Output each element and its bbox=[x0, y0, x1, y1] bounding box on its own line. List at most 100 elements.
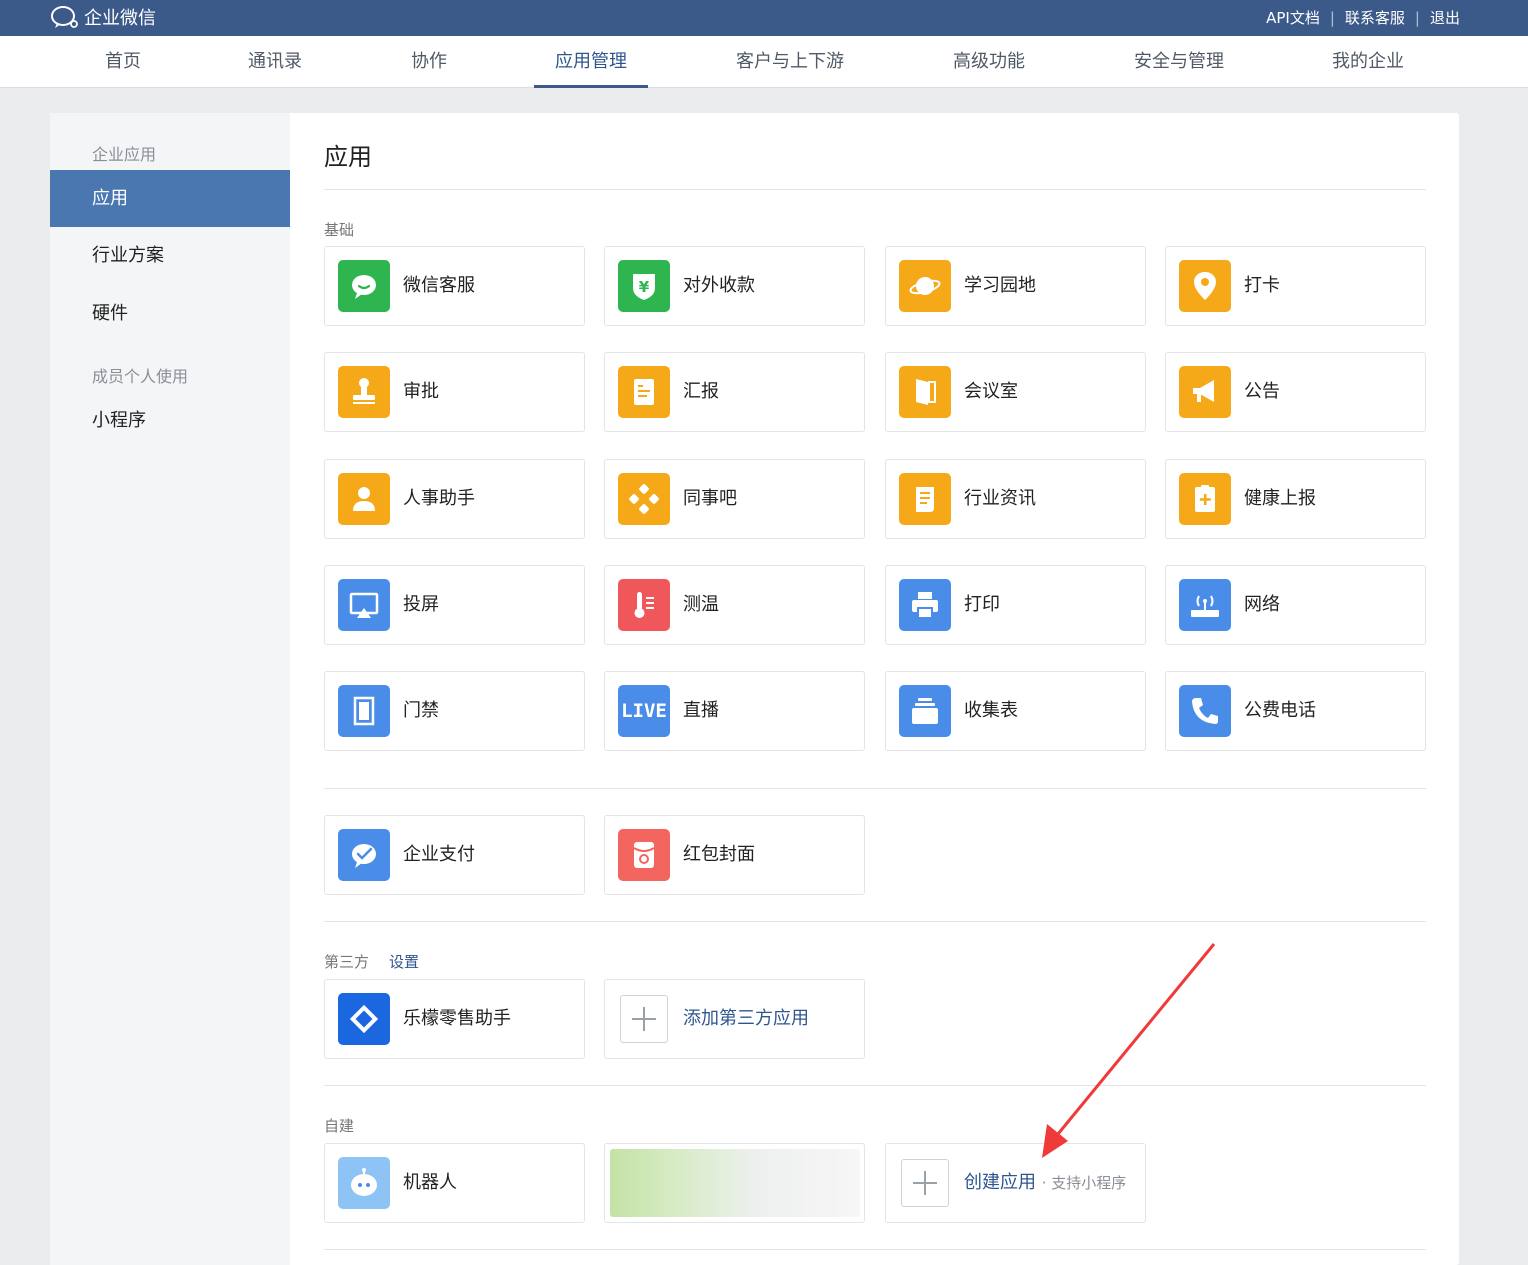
sidebar-item-hardware[interactable]: 硬件 bbox=[50, 285, 290, 342]
app-name: 人事助手 bbox=[403, 488, 475, 509]
app-card-external-payment[interactable]: ¥ 对外收款 bbox=[604, 246, 865, 326]
app-card-wechat-service[interactable]: 微信客服 bbox=[324, 246, 585, 326]
app-card-industry-news[interactable]: 行业资讯 bbox=[885, 459, 1146, 539]
app-card-blurred[interactable] bbox=[604, 1143, 865, 1223]
sidebar-item-industry[interactable]: 行业方案 bbox=[50, 227, 290, 284]
app-name: 机器人 bbox=[403, 1172, 457, 1193]
app-card-learning[interactable]: 学习园地 bbox=[885, 246, 1146, 326]
app-name: 同事吧 bbox=[683, 488, 737, 509]
app-card-temperature[interactable]: 测温 bbox=[604, 565, 865, 645]
app-card-network[interactable]: 网络 bbox=[1165, 565, 1426, 645]
person-icon bbox=[338, 473, 390, 525]
app-name: 会议室 bbox=[964, 381, 1018, 402]
tab-home[interactable]: 首页 bbox=[88, 36, 158, 88]
contact-support-link[interactable]: 联系客服 bbox=[1345, 7, 1405, 28]
location-pin-icon bbox=[1179, 260, 1231, 312]
main-panel: 企业应用 应用 行业方案 硬件 成员个人使用 小程序 应用 基础 微信客服 ¥ … bbox=[50, 113, 1459, 1265]
app-card-hr-assistant[interactable]: 人事助手 bbox=[324, 459, 585, 539]
health-icon bbox=[1179, 473, 1231, 525]
wecom-logo-icon bbox=[51, 6, 78, 28]
wechat-service-icon bbox=[338, 260, 390, 312]
app-card-health-report[interactable]: 健康上报 bbox=[1165, 459, 1426, 539]
sidebar-item-apps[interactable]: 应用 bbox=[50, 170, 290, 227]
app-name: 测温 bbox=[683, 594, 719, 615]
app-name: 打印 bbox=[964, 594, 1000, 615]
third-party-settings-link[interactable]: 设置 bbox=[389, 953, 419, 971]
app-name: 网络 bbox=[1244, 594, 1280, 615]
section-self-built-label: 自建 bbox=[324, 1117, 355, 1135]
main-nav: 首页 通讯录 协作 应用管理 客户与上下游 高级功能 安全与管理 我的企业 bbox=[0, 36, 1528, 88]
create-app-button[interactable]: 创建应用 · 支持小程序 bbox=[885, 1143, 1146, 1223]
svg-text:¥: ¥ bbox=[639, 278, 650, 296]
api-docs-link[interactable]: API文档 bbox=[1266, 7, 1320, 28]
app-card-approval[interactable]: 审批 bbox=[324, 352, 585, 432]
tab-app-management[interactable]: 应用管理 bbox=[534, 36, 648, 88]
divider bbox=[324, 1085, 1426, 1086]
printer-icon bbox=[899, 579, 951, 631]
app-card-collect-form[interactable]: 收集表 bbox=[885, 671, 1146, 751]
app-card-door-access[interactable]: 门禁 bbox=[324, 671, 585, 751]
brand-logo[interactable]: 企业微信 bbox=[50, 4, 156, 30]
app-card-live[interactable]: LIVE 直播 bbox=[604, 671, 865, 751]
app-name: 对外收款 bbox=[683, 275, 755, 296]
network-icon bbox=[618, 473, 670, 525]
top-bar: 企业微信 API文档 | 联系客服 | 退出 bbox=[0, 0, 1528, 36]
app-card-red-packet[interactable]: 红包封面 bbox=[604, 815, 865, 895]
section-basic-label: 基础 bbox=[324, 221, 355, 239]
tab-customers[interactable]: 客户与上下游 bbox=[724, 36, 856, 88]
app-card-lemon-retail[interactable]: 乐檬零售助手 bbox=[324, 979, 585, 1059]
payment-shield-icon: ¥ bbox=[618, 260, 670, 312]
phone-icon bbox=[1179, 685, 1231, 737]
sidebar-item-mini-program[interactable]: 小程序 bbox=[50, 392, 290, 449]
app-name: 门禁 bbox=[403, 700, 439, 721]
tab-advanced[interactable]: 高级功能 bbox=[941, 36, 1037, 88]
app-name: 打卡 bbox=[1244, 275, 1280, 296]
divider bbox=[324, 788, 1426, 789]
router-icon bbox=[1179, 579, 1231, 631]
blurred-app-placeholder bbox=[610, 1149, 860, 1217]
planet-icon bbox=[899, 260, 951, 312]
app-card-meeting-room[interactable]: 会议室 bbox=[885, 352, 1146, 432]
app-name: 企业支付 bbox=[403, 844, 475, 865]
add-third-party-app-button[interactable]: 添加第三方应用 bbox=[604, 979, 865, 1059]
plus-icon bbox=[901, 1159, 949, 1207]
app-name: 添加第三方应用 bbox=[683, 1008, 809, 1029]
app-card-announcement[interactable]: 公告 bbox=[1165, 352, 1426, 432]
app-card-enterprise-pay[interactable]: 企业支付 bbox=[324, 815, 585, 895]
top-links: API文档 | 联系客服 | 退出 bbox=[1266, 7, 1460, 28]
app-card-colleagues[interactable]: 同事吧 bbox=[604, 459, 865, 539]
divider bbox=[324, 189, 1426, 190]
sidebar-group-enterprise-apps: 企业应用 bbox=[92, 145, 157, 164]
app-card-report[interactable]: 汇报 bbox=[604, 352, 865, 432]
scroll-icon bbox=[899, 473, 951, 525]
separator: | bbox=[1329, 8, 1335, 27]
thermometer-icon bbox=[618, 579, 670, 631]
tab-contacts[interactable]: 通讯录 bbox=[238, 36, 312, 88]
app-card-screen-cast[interactable]: 投屏 bbox=[324, 565, 585, 645]
separator: | bbox=[1414, 8, 1420, 27]
door-access-icon bbox=[338, 685, 390, 737]
section-third-party-title: 第三方 bbox=[324, 953, 370, 971]
page-title: 应用 bbox=[324, 143, 372, 171]
app-card-robot[interactable]: 机器人 bbox=[324, 1143, 585, 1223]
brand-name: 企业微信 bbox=[84, 8, 156, 29]
app-card-checkin[interactable]: 打卡 bbox=[1165, 246, 1426, 326]
stamp-icon bbox=[338, 366, 390, 418]
app-name: 学习园地 bbox=[964, 275, 1036, 296]
app-name: 审批 bbox=[403, 381, 439, 402]
tab-collaboration[interactable]: 协作 bbox=[396, 36, 462, 88]
tab-security[interactable]: 安全与管理 bbox=[1122, 36, 1236, 88]
app-name: 行业资讯 bbox=[964, 488, 1036, 509]
app-name: 红包封面 bbox=[683, 844, 755, 865]
create-app-label: 创建应用 · 支持小程序 bbox=[964, 1144, 1126, 1222]
app-card-public-phone[interactable]: 公费电话 bbox=[1165, 671, 1426, 751]
logout-link[interactable]: 退出 bbox=[1430, 7, 1460, 28]
app-card-print[interactable]: 打印 bbox=[885, 565, 1146, 645]
create-app-subtitle: · 支持小程序 bbox=[1041, 1174, 1127, 1192]
lemon-retail-icon bbox=[338, 993, 390, 1045]
app-name: 微信客服 bbox=[403, 275, 475, 296]
tab-my-enterprise[interactable]: 我的企业 bbox=[1320, 36, 1416, 88]
collect-icon bbox=[899, 685, 951, 737]
app-name: 收集表 bbox=[964, 700, 1018, 721]
divider bbox=[324, 921, 1426, 922]
